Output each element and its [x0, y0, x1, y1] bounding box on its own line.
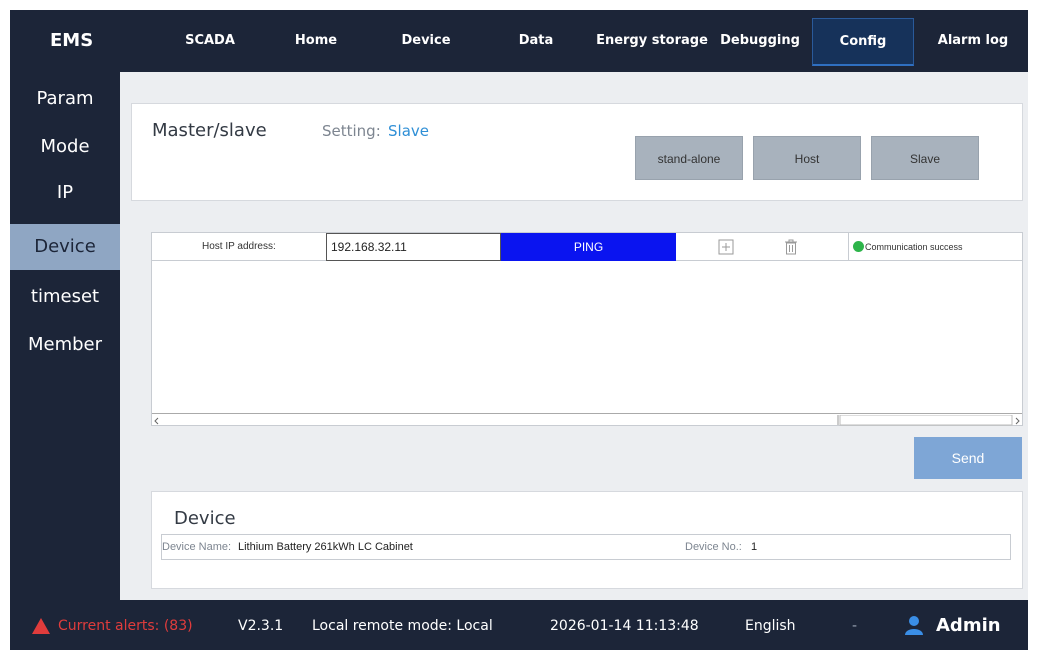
setting-label: Setting: — [322, 122, 381, 140]
nav-energy-storage[interactable]: Energy storage — [592, 10, 712, 72]
datetime-label: 2026-01-14 11:13:48 — [550, 618, 699, 634]
trash-icon[interactable] — [782, 238, 800, 256]
sidebar-item-member[interactable]: Member — [10, 322, 120, 368]
device-card: Device Device Name: Lithium Battery 261k… — [151, 491, 1023, 589]
top-nav-bar: EMS SCADA Home Device Data Energy storag… — [10, 10, 1028, 72]
device-info-row: Device Name: Lithium Battery 261kWh LC C… — [161, 534, 1011, 560]
sidebar-item-device[interactable]: Device — [10, 224, 120, 270]
device-title: Device — [174, 508, 236, 529]
nav-scada[interactable]: SCADA — [160, 10, 260, 72]
device-no-value: 1 — [751, 541, 758, 553]
status-text: Communication success — [865, 242, 963, 252]
send-button[interactable]: Send — [914, 437, 1022, 479]
setting-value: Slave — [388, 122, 429, 140]
admin-user-label[interactable]: Admin — [936, 602, 1001, 650]
remote-mode-label: Local remote mode: Local — [312, 618, 493, 634]
plus-icon[interactable] — [717, 238, 735, 256]
version-label: V2.3.1 — [238, 618, 284, 634]
master-slave-card: Master/slave Setting: Slave stand-alone … — [131, 103, 1023, 201]
nav-debugging[interactable]: Debugging — [712, 10, 808, 72]
master-slave-title: Master/slave — [152, 120, 267, 141]
nav-config[interactable]: Config — [812, 18, 914, 66]
ping-button[interactable]: PING — [501, 233, 676, 261]
device-name-label: Device Name: — [162, 541, 232, 553]
slave-button[interactable]: Slave — [871, 136, 979, 180]
host-ip-input[interactable]: 192.168.32.11 — [326, 233, 501, 261]
user-icon[interactable] — [903, 614, 925, 636]
device-name-value: Lithium Battery 261kWh LC Cabinet — [238, 541, 413, 553]
success-check-icon — [853, 241, 864, 252]
nav-alarm-log[interactable]: Alarm log — [922, 10, 1024, 72]
device-no-label: Device No.: — [685, 541, 742, 553]
sidebar: Param Mode IP Device timeset Member — [10, 72, 120, 602]
host-ip-table: Host IP address: 192.168.32.11 PING Comm… — [151, 232, 1023, 426]
host-ip-label: Host IP address: — [202, 241, 276, 252]
ems-app: EMS SCADA Home Device Data Energy storag… — [10, 10, 1028, 650]
current-alerts[interactable]: Current alerts: (83) — [58, 602, 193, 650]
stand-alone-button[interactable]: stand-alone — [635, 136, 743, 180]
sidebar-item-ip[interactable]: IP — [10, 170, 120, 216]
sidebar-item-mode[interactable]: Mode — [10, 124, 120, 170]
sidebar-item-param[interactable]: Param — [10, 76, 120, 122]
alert-bell-icon[interactable] — [32, 618, 50, 634]
status-bar: Current alerts: (83) V2.3.1 Local remote… — [10, 602, 1028, 650]
communication-status: Communication success — [848, 233, 1022, 261]
nav-device[interactable]: Device — [374, 10, 478, 72]
table-row: Host IP address: 192.168.32.11 PING Comm… — [152, 233, 1022, 261]
language-select[interactable]: English — [745, 602, 796, 650]
language-dropdown-icon[interactable]: - — [852, 602, 857, 650]
nav-home[interactable]: Home — [268, 10, 364, 72]
sidebar-item-timeset[interactable]: timeset — [10, 274, 120, 320]
horizontal-scrollbar[interactable] — [152, 413, 1022, 426]
host-button[interactable]: Host — [753, 136, 861, 180]
app-logo: EMS — [50, 30, 94, 51]
nav-data[interactable]: Data — [488, 10, 584, 72]
main-content: Master/slave Setting: Slave stand-alone … — [120, 72, 1028, 600]
